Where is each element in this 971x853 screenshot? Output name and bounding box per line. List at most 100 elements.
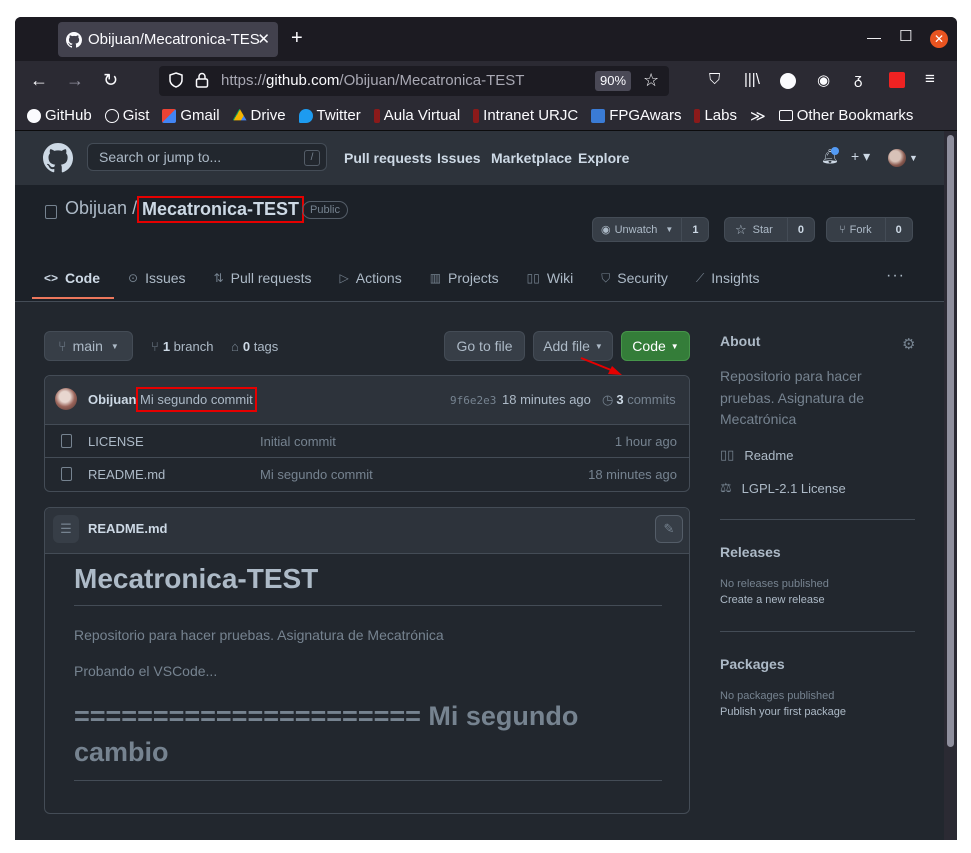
code-button[interactable]: Code ▼ xyxy=(621,331,690,361)
library-icon[interactable]: |||\ xyxy=(744,71,760,88)
create-release-link[interactable]: Create a new release xyxy=(720,594,825,606)
shield-icon xyxy=(169,72,183,88)
window-close-icon[interactable]: ✕ xyxy=(930,30,948,48)
repo-icon xyxy=(45,205,57,219)
page-scrollbar[interactable] xyxy=(944,131,957,840)
github-extension-icon[interactable]: ◉ xyxy=(817,71,830,89)
branch-icon: ⑂ xyxy=(151,339,159,354)
search-input[interactable]: Search or jump to... / xyxy=(87,143,327,171)
branch-select-button[interactable]: ⑂ main ▼ xyxy=(44,331,133,361)
browser-tab[interactable]: Obijuan/Mecatronica-TEST ✕ xyxy=(58,22,278,57)
bookmark-github[interactable]: GitHub xyxy=(27,107,92,124)
star-button[interactable]: ☆ Star 0 xyxy=(724,217,815,242)
bookmark-gmail[interactable]: Gmail xyxy=(162,107,220,124)
tab-issues[interactable]: ⊙ Issues xyxy=(128,258,186,298)
table-row[interactable]: LICENSE Initial commit 1 hour ago xyxy=(45,424,689,457)
outline-list-icon[interactable]: ☰ xyxy=(53,515,79,543)
watch-button[interactable]: ◉ Unwatch ▼ 1 xyxy=(592,217,710,242)
tab-projects[interactable]: ▥ Projects xyxy=(430,258,499,298)
url-text: https://github.com/Obijuan/Mecatronica-T… xyxy=(221,72,525,89)
tab-code[interactable]: <> Code xyxy=(31,258,115,299)
repo-owner-link[interactable]: Obijuan / xyxy=(65,198,137,219)
commit-sha[interactable]: 9f6e2e3 xyxy=(450,394,496,407)
more-tabs-icon[interactable]: ··· xyxy=(886,267,905,285)
scrollbar-thumb[interactable] xyxy=(947,135,954,747)
extension-gnu-icon[interactable]: ᵹ xyxy=(854,71,862,88)
file-commit-message[interactable]: Mi segundo commit xyxy=(260,467,373,482)
bookmark-drive[interactable]: Drive xyxy=(232,107,286,124)
menu-hamburger-icon[interactable]: ≡ xyxy=(925,69,935,89)
releases-title[interactable]: Releases xyxy=(720,544,781,560)
file-name[interactable]: README.md xyxy=(88,467,165,482)
commits-link[interactable]: ◷ 3 commits xyxy=(602,392,676,408)
minimize-icon[interactable]: — xyxy=(867,29,881,45)
reload-icon[interactable]: ↻ xyxy=(103,70,118,91)
extension-circle-icon[interactable] xyxy=(780,73,796,89)
avatar-caret-icon[interactable]: ▼ xyxy=(909,153,918,163)
tab-close-icon[interactable]: ✕ xyxy=(257,30,270,48)
star-count[interactable]: 0 xyxy=(786,218,814,241)
extension-red-icon[interactable] xyxy=(889,72,905,88)
tags-link[interactable]: ⌂ 0 tags xyxy=(231,339,278,354)
back-arrow-icon[interactable]: ← xyxy=(30,70,48,91)
new-tab-plus-icon[interactable]: + xyxy=(291,27,303,50)
bookmark-intranet-urjc[interactable]: Intranet URJC xyxy=(473,107,578,124)
tab-pull-requests[interactable]: ⇅ Pull requests xyxy=(214,258,312,298)
urjc-icon xyxy=(694,108,701,123)
bookmark-twitter[interactable]: Twitter xyxy=(298,107,361,124)
go-to-file-button[interactable]: Go to file xyxy=(444,331,525,361)
avatar[interactable] xyxy=(55,388,77,410)
packages-none-text: No packages published xyxy=(720,690,835,702)
pull-request-icon: ⇅ xyxy=(213,271,224,285)
bookmark-gist[interactable]: Gist xyxy=(104,107,149,124)
pocket-icon[interactable]: ⛉ xyxy=(709,71,720,88)
github-page: Search or jump to... / Pull requests Iss… xyxy=(15,131,944,840)
bookmark-fpgawars[interactable]: FPGAwars xyxy=(591,107,681,124)
forward-arrow-icon[interactable]: → xyxy=(66,70,84,91)
bookmark-labs[interactable]: Labs xyxy=(694,107,737,124)
drive-icon xyxy=(232,108,247,121)
create-new-plus-icon[interactable]: + ▾ xyxy=(851,148,870,165)
edit-pencil-icon[interactable]: ✎ xyxy=(655,515,683,543)
publish-package-link[interactable]: Publish your first package xyxy=(720,706,846,718)
tab-wiki[interactable]: ▯▯ Wiki xyxy=(527,258,574,298)
repository-header: Obijuan / Mecatronica-TEST Public ◉ Unwat… xyxy=(15,185,944,302)
zoom-level[interactable]: 90% xyxy=(595,71,631,91)
bookmarks-overflow-icon[interactable]: ≫ xyxy=(750,107,766,125)
branches-link[interactable]: ⑂ 1 branch xyxy=(151,339,213,354)
commit-message[interactable]: Mi segundo commit xyxy=(136,387,257,412)
repo-name-link[interactable]: Mecatronica-TEST xyxy=(137,196,305,223)
add-file-button[interactable]: Add file ▼ xyxy=(533,331,613,361)
readme-filename[interactable]: README.md xyxy=(88,521,167,536)
nav-pull-requests[interactable]: Pull requests xyxy=(344,150,432,166)
gear-icon[interactable]: ⚙ xyxy=(902,335,915,353)
fork-button[interactable]: ⑂ Fork 0 xyxy=(826,217,913,242)
tab-actions[interactable]: ▷ Actions xyxy=(340,258,402,298)
file-age: 18 minutes ago xyxy=(588,467,677,482)
nav-explore[interactable]: Explore xyxy=(578,150,629,166)
github-logo-icon[interactable] xyxy=(43,143,73,173)
commit-author[interactable]: Obijuan xyxy=(88,392,136,407)
urjc-icon xyxy=(373,108,380,123)
file-name[interactable]: LICENSE xyxy=(88,434,144,449)
bookmark-aula-virtual[interactable]: Aula Virtual xyxy=(373,107,460,124)
packages-title[interactable]: Packages xyxy=(720,656,785,672)
fork-icon: ⑂ xyxy=(839,223,846,236)
tab-insights[interactable]: ⟋ Insights xyxy=(696,258,760,298)
tab-security[interactable]: ⛉ Security xyxy=(601,258,668,298)
watch-count[interactable]: 1 xyxy=(681,218,708,241)
nav-marketplace[interactable]: Marketplace xyxy=(491,150,572,166)
bookmark-other-bookmarks[interactable]: Other Bookmarks xyxy=(778,107,913,124)
table-row[interactable]: README.md Mi segundo commit 18 minutes a… xyxy=(45,457,689,490)
bookmark-star-icon[interactable]: ☆ xyxy=(643,70,659,91)
fork-count[interactable]: 0 xyxy=(884,218,912,241)
avatar[interactable] xyxy=(888,149,906,167)
license-link[interactable]: ⚖ LGPL-2.1 License xyxy=(720,480,846,496)
readme-subheading: ====================== Mi segundo cambio xyxy=(74,698,662,781)
readme-link[interactable]: ▯▯ Readme xyxy=(720,447,793,463)
address-bar[interactable]: https://github.com/Obijuan/Mecatronica-T… xyxy=(159,66,669,96)
file-commit-message[interactable]: Initial commit xyxy=(260,434,336,449)
nav-issues[interactable]: Issues xyxy=(437,150,481,166)
maximize-icon[interactable]: ☐ xyxy=(899,27,912,45)
file-icon xyxy=(61,434,72,448)
